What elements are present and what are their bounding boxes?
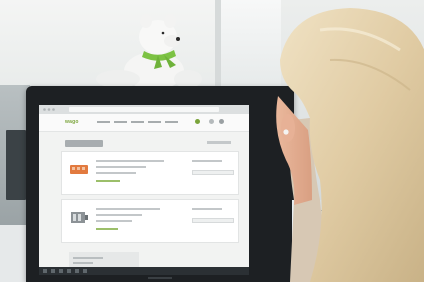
window-controls-icon — [43, 108, 55, 111]
price-line — [192, 160, 222, 162]
monitor-screen: wago — [39, 105, 249, 275]
photo-scene: wago — [0, 0, 424, 282]
os-taskbar — [39, 267, 249, 275]
product-subtitle — [96, 214, 142, 216]
product-title — [96, 208, 160, 210]
plush-polar-bear — [96, 14, 202, 90]
monitor-brand-mark — [148, 277, 172, 279]
product-card — [61, 151, 239, 195]
connector-thumbnail — [71, 212, 88, 223]
breadcrumb-button — [65, 140, 103, 147]
cart-icon — [219, 119, 224, 124]
product-card — [61, 199, 239, 243]
product-title — [96, 160, 164, 162]
taskbar-icon — [83, 269, 87, 273]
add-to-cart-button — [192, 170, 234, 175]
add-to-cart-button — [192, 218, 234, 223]
nav-item — [114, 121, 127, 123]
nav-item — [97, 121, 110, 123]
availability-indicator — [96, 180, 120, 182]
account-icon — [195, 119, 200, 124]
nav-item — [131, 121, 144, 123]
person-head — [276, 8, 424, 282]
site-logo: wago — [65, 119, 79, 125]
nav-item — [148, 121, 161, 123]
left-background-object — [6, 130, 26, 200]
product-subtitle — [96, 166, 146, 168]
address-bar — [69, 107, 219, 112]
price-line — [192, 208, 222, 210]
taskbar-icon — [75, 269, 79, 273]
footer-text — [73, 262, 93, 264]
availability-indicator — [96, 228, 118, 230]
page-footer-block — [69, 252, 139, 268]
site-header: wago — [39, 114, 249, 132]
terminal-block-thumbnail — [70, 165, 88, 174]
product-detail — [96, 172, 136, 174]
taskbar-icon — [67, 269, 71, 273]
taskbar-icon — [43, 269, 47, 273]
product-detail — [96, 220, 132, 222]
search-icon — [209, 119, 214, 124]
browser-toolbar — [39, 105, 249, 114]
site-navigation — [97, 121, 178, 123]
footer-text — [73, 257, 103, 259]
nav-item — [165, 121, 178, 123]
taskbar-icon — [59, 269, 63, 273]
sort-controls — [207, 141, 231, 144]
taskbar-icon — [51, 269, 55, 273]
